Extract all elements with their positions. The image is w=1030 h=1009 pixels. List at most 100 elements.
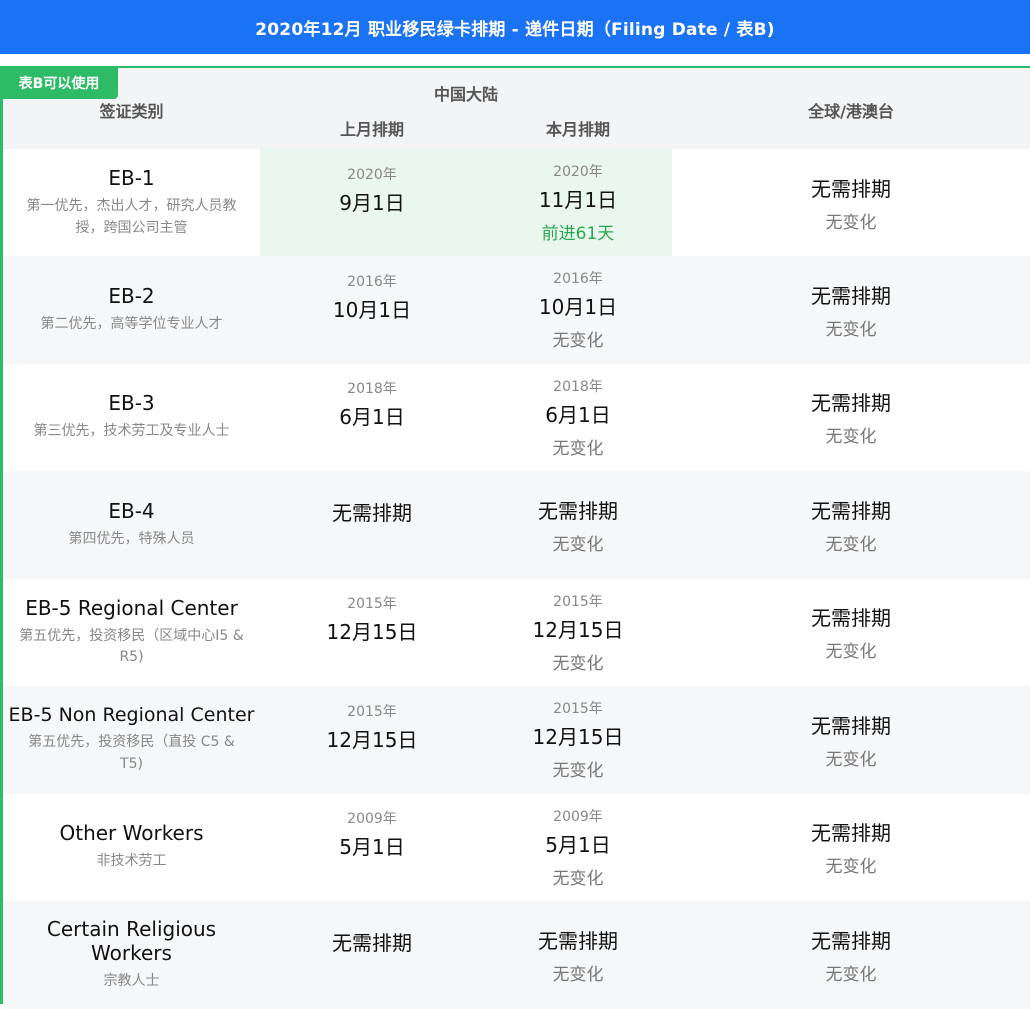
previous-month-cell: 2015年 12月15日 <box>260 579 484 687</box>
current-month-cell: 2015年 12月15日 无变化 <box>484 579 672 687</box>
category-description: 第一优先，杰出人才，研究人员教授，跨国公司主管 <box>26 197 237 236</box>
current-change: 无变化 <box>552 761 604 782</box>
global-cell: 无需排期 无变化 <box>672 686 1030 794</box>
global-status: 无需排期 <box>811 498 891 523</box>
category-cell: EB-5 Regional Center 第五优先，投资移民（区域中心I5 & … <box>3 579 260 687</box>
current-change: 无变化 <box>552 331 604 352</box>
current-change: 无变化 <box>552 438 604 459</box>
current-date: 11月1日 <box>538 188 618 212</box>
global-change: 无变化 <box>825 534 877 555</box>
global-cell: 无需排期 无变化 <box>672 364 1030 472</box>
category-description: 第三优先，技术劳工及专业人士 <box>33 423 230 440</box>
previous-year: 2015年 <box>347 596 397 613</box>
previous-year: 2020年 <box>347 166 397 183</box>
global-status: 无需排期 <box>811 606 891 631</box>
previous-date: 12月15日 <box>326 620 418 645</box>
current-date: 12月15日 <box>532 617 624 642</box>
previous-date: 6月1日 <box>339 405 405 430</box>
previous-month-cell: 无需排期 <box>260 471 484 579</box>
global-status: 无需排期 <box>811 176 891 201</box>
category-cell: EB-4 第四优先，特殊人员 <box>3 471 260 579</box>
current-date: 12月15日 <box>532 725 624 750</box>
global-cell: 无需排期 无变化 <box>672 471 1030 579</box>
table-header: 签证类别 中国大陆 上月排期 本月排期 全球/港澳台 <box>3 68 1030 149</box>
previous-month-cell: 2020年 9月1日 <box>260 149 484 256</box>
current-year: 2016年 <box>553 271 603 288</box>
global-status: 无需排期 <box>811 928 891 953</box>
header-current-month: 本月排期 <box>545 120 610 139</box>
table-row: EB-5 Regional Center 第五优先，投资移民（区域中心I5 & … <box>3 578 1030 687</box>
current-date: 5月1日 <box>545 832 611 857</box>
table-row: EB-5 Non Regional Center 第五优先，投资移民（直投 C5… <box>3 686 1030 794</box>
global-change: 无变化 <box>825 212 877 233</box>
category-description: 宗教人士 <box>103 972 160 989</box>
category-description: 非技术劳工 <box>96 853 167 870</box>
category-cell: Other Workers 非技术劳工 <box>3 794 260 902</box>
global-change: 无变化 <box>825 857 877 878</box>
global-cell: 无需排期 无变化 <box>672 901 1030 1009</box>
global-change: 无变化 <box>825 319 877 340</box>
current-month-cell: 2016年 10月1日 无变化 <box>484 256 672 364</box>
global-cell: 无需排期 无变化 <box>672 149 1030 256</box>
previous-year: 2018年 <box>347 381 397 398</box>
current-change: 无变化 <box>552 964 604 985</box>
category-cell: EB-2 第二优先，高等学位专业人才 <box>3 256 260 364</box>
header-previous-month: 上月排期 <box>339 120 404 139</box>
current-month-cell: 2009年 5月1日 无变化 <box>484 794 672 902</box>
global-status: 无需排期 <box>811 821 891 846</box>
previous-date: 无需排期 <box>332 501 412 526</box>
previous-month-cell: 2018年 6月1日 <box>260 364 484 472</box>
header-visa-category: 签证类别 <box>99 102 164 121</box>
category-cell: EB-3 第三优先，技术劳工及专业人士 <box>3 364 260 472</box>
global-cell: 无需排期 无变化 <box>672 256 1030 364</box>
current-year: 2015年 <box>553 701 603 718</box>
global-status: 无需排期 <box>811 391 891 416</box>
category-description: 第二优先，高等学位专业人才 <box>40 315 223 332</box>
current-month-cell: 2018年 6月1日 无变化 <box>484 364 672 472</box>
global-cell: 无需排期 无变化 <box>672 794 1030 902</box>
category-name: Other Workers <box>59 821 204 846</box>
global-change: 无变化 <box>825 642 877 663</box>
previous-month-cell: 无需排期 <box>260 901 484 1009</box>
table-row: Certain Religious Workers 宗教人士 无需排期 无需排期… <box>3 901 1030 1009</box>
current-year: 2009年 <box>553 808 603 825</box>
category-name: Certain Religious Workers <box>46 916 217 965</box>
previous-date: 5月1日 <box>339 835 405 860</box>
previous-date: 9月1日 <box>339 190 405 215</box>
category-name: EB-4 <box>108 498 155 523</box>
header-mainland-china: 中国大陆 <box>433 85 498 104</box>
current-month-cell: 无需排期 无变化 <box>484 901 672 1009</box>
previous-year: 2009年 <box>347 811 397 828</box>
global-status: 无需排期 <box>811 283 891 308</box>
category-cell: EB-1 第一优先，杰出人才，研究人员教授，跨国公司主管 <box>3 149 260 256</box>
current-change: 无变化 <box>552 534 604 555</box>
previous-year: 2015年 <box>347 703 397 720</box>
current-change: 无变化 <box>552 653 604 674</box>
previous-date: 10月1日 <box>332 297 412 322</box>
current-month-cell: 2015年 12月15日 无变化 <box>484 686 672 794</box>
previous-date: 无需排期 <box>332 931 412 956</box>
previous-month-cell: 2009年 5月1日 <box>260 794 484 902</box>
table-b-badge: 表B可以使用 <box>0 66 118 99</box>
global-change: 无变化 <box>825 749 877 770</box>
previous-year: 2016年 <box>347 273 397 290</box>
current-date: 6月1日 <box>545 402 611 427</box>
global-change: 无变化 <box>825 964 877 985</box>
category-cell: Certain Religious Workers 宗教人士 <box>3 901 260 1009</box>
table-row: EB-2 第二优先，高等学位专业人才 2016年 10月1日 2016年 10月… <box>3 256 1030 364</box>
page-title: 2020年12月 职业移民绿卡排期 - 递件日期（Filing Date / 表… <box>255 19 775 40</box>
priority-date-table: 表B可以使用 签证类别 中国大陆 上月排期 本月排期 全球/港澳台 EB-1 第… <box>0 66 1030 1009</box>
previous-month-cell: 2016年 10月1日 <box>260 256 484 364</box>
current-month-cell: 无需排期 无变化 <box>484 471 672 579</box>
table-row: EB-4 第四优先，特殊人员 无需排期 无需排期 无变化 无需排期 无变化 <box>3 471 1030 579</box>
current-month-cell: 2020年 11月1日 前进61天 <box>484 149 672 256</box>
category-name: EB-2 <box>108 283 155 308</box>
category-name: EB-1 <box>108 165 155 190</box>
category-cell: EB-5 Non Regional Center 第五优先，投资移民（直投 C5… <box>3 686 260 794</box>
previous-date: 12月15日 <box>326 727 418 752</box>
category-name: EB-3 <box>108 391 155 416</box>
current-change: 无变化 <box>552 868 604 889</box>
global-status: 无需排期 <box>811 713 891 738</box>
page-banner: 2020年12月 职业移民绿卡排期 - 递件日期（Filing Date / 表… <box>0 0 1030 54</box>
current-date: 无需排期 <box>538 498 618 523</box>
